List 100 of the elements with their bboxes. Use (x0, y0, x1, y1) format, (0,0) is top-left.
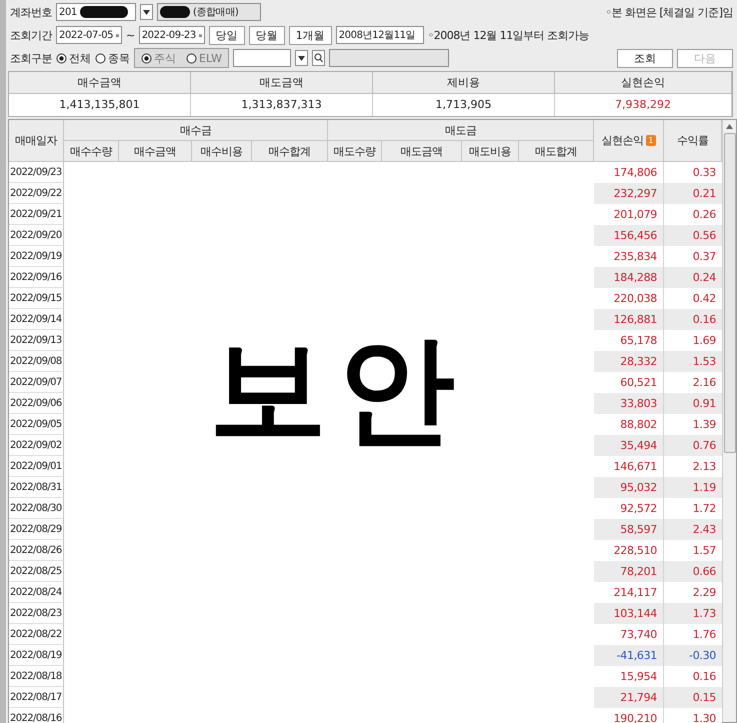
profit-cell: 58,597 (594, 519, 664, 540)
profit-cell: 28,332 (594, 351, 664, 372)
profit-cell: 126,881 (594, 309, 664, 330)
profit-cell: 35,494 (594, 435, 664, 456)
column-header: 매수비용 (192, 141, 252, 162)
column-header: 매도금액 (382, 141, 462, 162)
profit-cell: 78,201 (594, 561, 664, 582)
date-cell: 2022/09/21 (9, 204, 64, 225)
notice-text: ◦본 화면은 [체결일 기준]임 (605, 4, 733, 20)
summary-header: 제비용 (373, 72, 555, 94)
rate-cell: 0.66 (664, 561, 722, 582)
summary-value: 1,713,905 (373, 94, 555, 116)
scroll-up-icon[interactable] (726, 124, 733, 129)
search-button[interactable] (312, 50, 325, 66)
period-button[interactable]: 당월 (248, 26, 285, 44)
account-field[interactable]: 201 (56, 3, 136, 21)
date-cell: 2022/09/02 (9, 435, 64, 456)
date-cell: 2022/08/23 (9, 603, 64, 624)
date-cell: 2022/08/31 (9, 477, 64, 498)
dropdown-button[interactable] (140, 4, 153, 20)
radio-unselected[interactable] (95, 52, 106, 64)
summary-header: 실현손익 (555, 72, 732, 94)
from-date-field[interactable]: 2022-07-05 (56, 26, 122, 44)
redaction-mark (80, 6, 128, 18)
date-cell: 2022/08/26 (9, 540, 64, 561)
date-cell: 2022/09/01 (9, 456, 64, 477)
to-date-field[interactable]: 2022-09-23 (138, 26, 205, 44)
date-cell: 2022/08/18 (9, 666, 64, 687)
period-label: 조회기간 (10, 28, 52, 42)
rate-cell: -0.30 (664, 645, 722, 666)
date-cell: 2022/09/20 (9, 225, 64, 246)
date-cell: 2022/09/08 (9, 351, 64, 372)
date-cell: 2022/08/25 (9, 561, 64, 582)
date-cell: 2022/08/29 (9, 519, 64, 540)
summary-header: 매도금액 (191, 72, 373, 94)
rate-cell: 0.56 (664, 225, 722, 246)
summary-value: 7,938,292 (555, 94, 732, 116)
security-overlay-text: 보안 (209, 330, 465, 448)
stock-combo-field[interactable] (232, 49, 291, 67)
rate-cell: 0.91 (664, 393, 722, 414)
search-icon (314, 53, 323, 63)
account-label: 계좌번호 (10, 4, 52, 20)
radio-selected[interactable] (56, 52, 67, 64)
group-header: 매도금 (328, 120, 594, 141)
date-cell: 2022/08/19 (9, 645, 64, 666)
profit-cell: 156,456 (594, 225, 664, 246)
rate-cell: 1.19 (664, 477, 722, 498)
date-cell: 2022/09/16 (9, 267, 64, 288)
profit-cell: 232,297 (594, 183, 664, 204)
date-cell: 2022/09/14 (9, 309, 64, 330)
column-header: 매도합계 (519, 141, 594, 162)
column-header: 매수금액 (119, 141, 192, 162)
rate-cell: 0.15 (664, 687, 722, 708)
column-header: 매수합계 (252, 141, 328, 162)
caret-icon (143, 10, 150, 14)
account-name-field: (종합매매) (157, 3, 261, 21)
date-cell: 2022/08/22 (9, 624, 64, 645)
radio-label: 주식 (154, 50, 176, 66)
profit-cell: 190,210 (594, 708, 664, 723)
profit-cell: 103,144 (594, 603, 664, 624)
radio-label: 전체 (69, 50, 91, 66)
period-button[interactable]: 당일 (208, 26, 245, 44)
profit-cell: 33,803 (594, 393, 664, 414)
column-header: 매도비용 (462, 141, 519, 162)
summary-header: 매수금액 (9, 72, 191, 94)
column-header: 실현손익 1 (594, 120, 664, 162)
info-badge: 1 (646, 135, 656, 146)
date-cell: 2022/09/15 (9, 288, 64, 309)
profit-cell: 21,794 (594, 687, 664, 708)
filter-label: 조회구분 (10, 50, 52, 66)
since-date-field: 2008년12월11일 (336, 26, 424, 44)
rate-cell: 0.76 (664, 435, 722, 456)
profit-cell: -41,631 (594, 645, 664, 666)
profit-cell: 95,032 (594, 477, 664, 498)
scroll-thumb[interactable] (724, 133, 736, 453)
date-cell: 2022/09/05 (9, 414, 64, 435)
date-cell: 2022/09/22 (9, 183, 64, 204)
scrollbar[interactable] (722, 120, 736, 722)
period-note: ◦2008년 12월 11일부터 조회가능 (428, 28, 590, 42)
date-cell: 2022/09/23 (9, 162, 64, 183)
date-cell: 2022/09/13 (9, 330, 64, 351)
summary-value: 1,313,837,313 (191, 94, 373, 116)
range-separator: ~ (126, 28, 135, 42)
rate-cell: 0.16 (664, 309, 722, 330)
rate-cell: 0.21 (664, 183, 722, 204)
caret-icon (298, 56, 305, 60)
date-cell: 2022/09/06 (9, 393, 64, 414)
date-cell: 2022/08/16 (9, 708, 64, 723)
query-button[interactable]: 조회 (617, 48, 673, 68)
dropdown-button[interactable] (294, 50, 308, 66)
column-header: 매매일자 (9, 120, 64, 162)
redaction-mark (160, 6, 190, 18)
date-cell: 2022/08/30 (9, 498, 64, 519)
date-cell: 2022/09/07 (9, 372, 64, 393)
column-header: 매수수량 (64, 141, 119, 162)
profit-cell: 184,288 (594, 267, 664, 288)
column-header: 수익률 (664, 120, 722, 162)
summary-value: 1,413,135,801 (9, 94, 191, 116)
period-button[interactable]: 1개월 (288, 26, 332, 44)
date-cell: 2022/08/24 (9, 582, 64, 603)
